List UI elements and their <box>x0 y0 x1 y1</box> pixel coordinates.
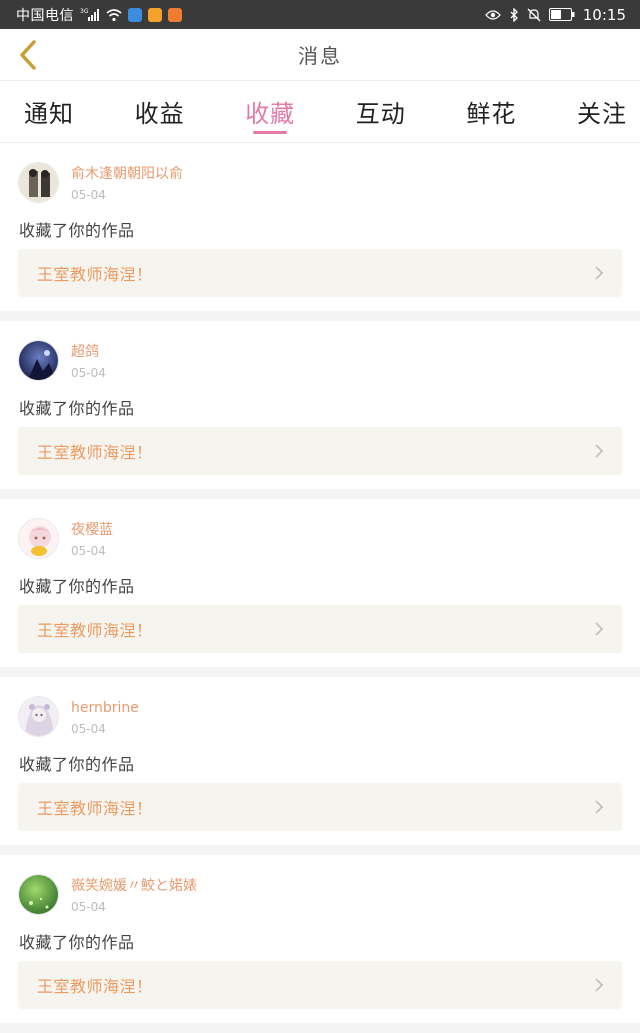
date: 05-04 <box>71 188 106 202</box>
action-text: 收藏了你的作品 <box>19 577 135 596</box>
carrier-label: 中国电信 <box>16 7 74 24</box>
tab-label: 互动 <box>355 100 406 128</box>
work-title: 王室教师海涅！ <box>37 977 153 996</box>
date: 05-04 <box>71 366 106 380</box>
username[interactable]: hernbrine <box>71 700 139 717</box>
action-text: 收藏了你的作品 <box>19 399 135 418</box>
date: 05-04 <box>71 900 106 914</box>
mute-bell-icon <box>527 8 541 22</box>
shield-app-icon <box>128 7 142 22</box>
date: 05-04 <box>71 544 106 558</box>
tab-interactions[interactable]: 互动 <box>356 81 406 143</box>
svg-text:3G: 3G <box>80 8 89 15</box>
app-icon <box>148 7 162 22</box>
username[interactable]: 超鸽 <box>71 344 106 361</box>
work-link[interactable]: 王室教师海涅！ <box>18 783 622 831</box>
tab-bar: 通知 收益 收藏 互动 鲜花 关注 <box>0 81 640 143</box>
avatar[interactable] <box>18 696 59 737</box>
work-link[interactable]: 王室教师海涅！ <box>18 427 622 475</box>
notification-list: 俞木逢朝朝阳以俞 05-04 收藏了你的作品 王室教师海涅！ 超鸽 05-04 … <box>0 143 640 1033</box>
tab-label: 关注 <box>576 100 627 128</box>
list-item: 嶶笑婉媛〃鮫と婼婊 05-04 收藏了你的作品 王室教师海涅！ <box>0 855 640 1023</box>
bluetooth-icon <box>509 7 519 22</box>
app-icon <box>168 7 182 22</box>
action-text: 收藏了你的作品 <box>19 933 135 952</box>
tab-notifications[interactable]: 通知 <box>24 81 74 143</box>
action-text: 收藏了你的作品 <box>19 221 135 240</box>
wifi-icon <box>106 8 122 22</box>
tab-flowers[interactable]: 鲜花 <box>466 81 516 143</box>
tab-label: 通知 <box>24 100 74 128</box>
clock: 10:15 <box>582 5 626 24</box>
chevron-right-icon <box>594 977 604 993</box>
battery-icon <box>548 8 575 21</box>
work-title: 王室教师海涅！ <box>37 799 153 818</box>
work-title: 王室教师海涅！ <box>37 265 153 284</box>
avatar[interactable] <box>18 518 59 559</box>
back-button[interactable] <box>8 35 48 75</box>
avatar[interactable] <box>18 340 59 381</box>
page-title: 消息 <box>298 44 342 68</box>
tab-earnings[interactable]: 收益 <box>135 81 185 143</box>
username[interactable]: 夜樱蓝 <box>71 522 113 539</box>
work-title: 王室教师海涅！ <box>37 443 153 462</box>
tab-favorites[interactable]: 收藏 <box>245 81 295 143</box>
chevron-left-icon <box>20 40 36 70</box>
status-bar: 中国电信 3G 10:15 <box>0 0 640 29</box>
list-item: 俞木逢朝朝阳以俞 05-04 收藏了你的作品 王室教师海涅！ <box>0 143 640 311</box>
active-tab-indicator <box>253 130 288 134</box>
action-text: 收藏了你的作品 <box>19 755 135 774</box>
tab-label: 收益 <box>134 100 185 128</box>
tab-label: 鲜花 <box>466 100 517 128</box>
date: 05-04 <box>71 722 106 736</box>
tab-label: 收藏 <box>245 100 296 128</box>
signal-icon: 3G <box>80 8 100 22</box>
work-title: 王室教师海涅！ <box>37 621 153 640</box>
avatar[interactable] <box>18 874 59 915</box>
eye-icon <box>484 9 501 21</box>
username[interactable]: 俞木逢朝朝阳以俞 <box>71 166 183 183</box>
list-item: 夜樱蓝 05-04 收藏了你的作品 王室教师海涅！ <box>0 499 640 667</box>
app-header: 消息 <box>0 29 640 81</box>
work-link[interactable]: 王室教师海涅！ <box>18 961 622 1009</box>
work-link[interactable]: 王室教师海涅！ <box>18 605 622 653</box>
avatar[interactable] <box>18 162 59 203</box>
chevron-right-icon <box>594 265 604 281</box>
tab-follows[interactable]: 关注 <box>577 81 627 143</box>
username[interactable]: 嶶笑婉媛〃鮫と婼婊 <box>71 878 197 895</box>
work-link[interactable]: 王室教师海涅！ <box>18 249 622 297</box>
list-item: 超鸽 05-04 收藏了你的作品 王室教师海涅！ <box>0 321 640 489</box>
chevron-right-icon <box>594 799 604 815</box>
chevron-right-icon <box>594 621 604 637</box>
chevron-right-icon <box>594 443 604 459</box>
list-item: hernbrine 05-04 收藏了你的作品 王室教师海涅！ <box>0 677 640 845</box>
